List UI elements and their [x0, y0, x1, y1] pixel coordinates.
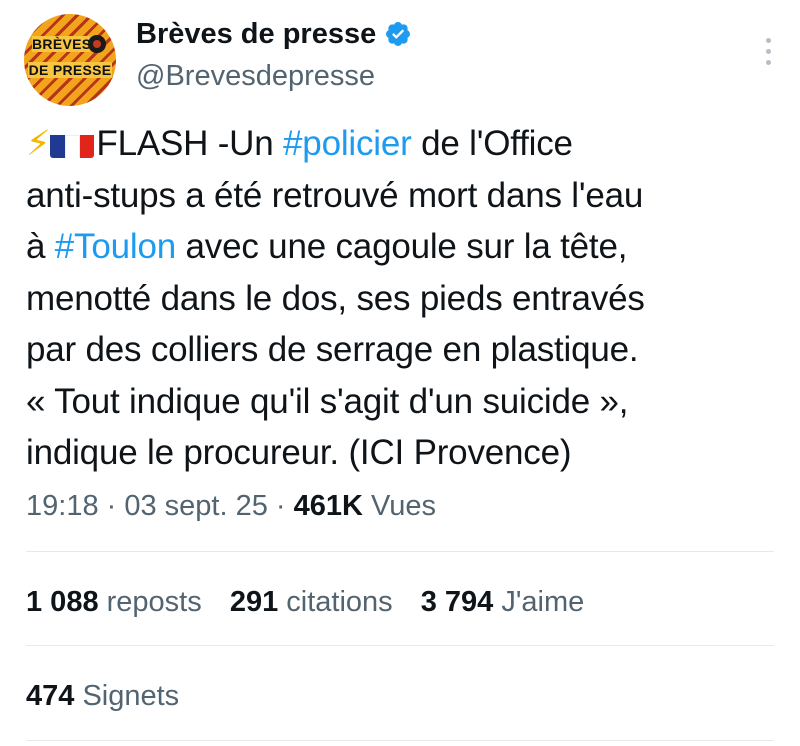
tweet-line: ⚡ FLASH -Un #policier de l'Office: [26, 124, 573, 163]
engagement-stats: 1 088 reposts 291 citations 3 794 J'aime: [26, 582, 604, 622]
tweet-line: à #Toulon avec une cagoule sur la tête,: [26, 227, 628, 266]
more-options-icon[interactable]: [766, 38, 774, 71]
separator-dot: ·: [275, 490, 294, 522]
hashtag-link[interactable]: #policier: [283, 124, 412, 163]
name-row: Brèves de presse: [136, 14, 412, 54]
verified-badge-icon: [386, 22, 411, 46]
views-count: 461K: [293, 490, 363, 522]
tweet-header: BRÈVES DE PRESSE Brèves de presse @Breve…: [24, 14, 784, 106]
divider: [26, 645, 774, 646]
user-handle[interactable]: @Brevesdepresse: [136, 56, 375, 96]
tweet-line: par des colliers de serrage en plastique…: [26, 330, 639, 369]
tweet-date[interactable]: 03 sept. 25: [124, 490, 268, 522]
bookmarks-stat[interactable]: 474 Signets: [26, 676, 179, 716]
separator-dot: ·: [106, 490, 125, 522]
lightning-emoji: ⚡: [26, 124, 51, 163]
tweet-line: menotté dans le dos, ses pieds entravés: [26, 278, 645, 318]
tweet-line: « Tout indique qu'il s'agit d'un suicide…: [26, 381, 629, 421]
display-name[interactable]: Brèves de presse: [136, 14, 376, 54]
divider: [26, 551, 774, 552]
avatar-text-line1: BRÈVES: [32, 36, 92, 52]
tweet-time[interactable]: 19:18: [26, 490, 99, 522]
tweet-line: anti-stups a été retrouvé mort dans l'ea…: [26, 175, 644, 215]
quotes-stat[interactable]: 291 citations: [230, 586, 393, 618]
tweet-text: ⚡ FLASH -Un #policier de l'Office anti-st…: [26, 118, 786, 479]
likes-stat[interactable]: 3 794 J'aime: [421, 586, 585, 618]
reposts-stat[interactable]: 1 088 reposts: [26, 586, 202, 618]
tweet-line: indique le procureur. (ICI Provence): [26, 433, 572, 472]
views-label: Vues: [371, 490, 437, 522]
bookmarks-count: 474: [26, 680, 75, 712]
bookmarks-label: Signets: [82, 680, 180, 712]
divider: [26, 740, 774, 741]
tweet-metadata: 19:18 · 03 sept. 25 · 461K Vues: [26, 486, 436, 526]
hashtag-link[interactable]: #Toulon: [55, 227, 176, 266]
france-flag-emoji: [50, 128, 95, 158]
avatar[interactable]: BRÈVES DE PRESSE: [24, 14, 116, 106]
avatar-text-line2: DE PRESSE: [28, 62, 112, 78]
avatar-logo-dot: [88, 35, 106, 53]
